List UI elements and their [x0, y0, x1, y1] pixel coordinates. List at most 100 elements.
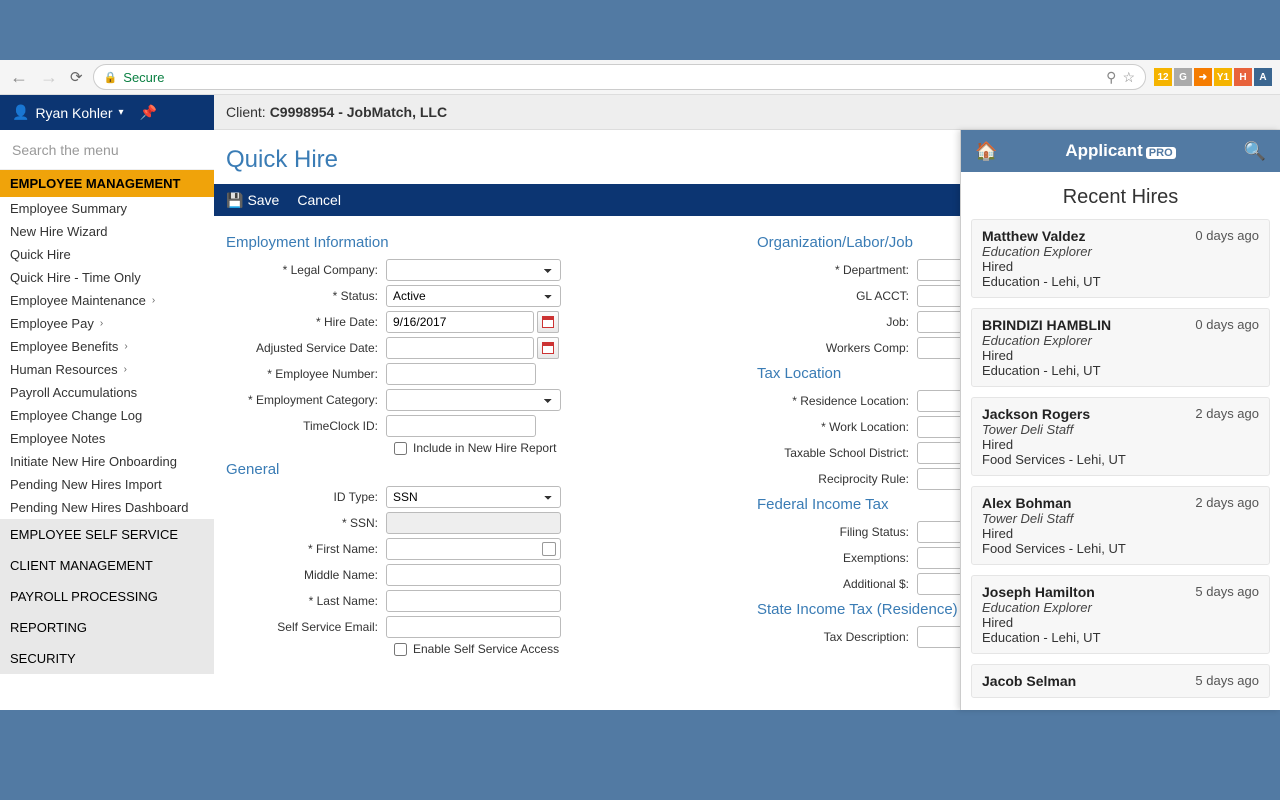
label-filing-status: Filing Status: [757, 525, 917, 539]
hire-job-title: Tower Deli Staff [982, 511, 1259, 526]
user-bar[interactable]: 👤 Ryan Kohler ▾ 📌 [0, 95, 214, 130]
employee-number-input[interactable] [386, 363, 536, 385]
sidebar-section[interactable]: EMPLOYEE SELF SERVICE [0, 519, 214, 550]
sidebar-item[interactable]: Employee Summary [0, 197, 214, 220]
sidebar-item[interactable]: Employee Pay› [0, 312, 214, 335]
extension-icon[interactable]: Y1 [1214, 68, 1232, 86]
sidebar-item[interactable]: Employee Maintenance› [0, 289, 214, 312]
hire-location: Food Services - Lehi, UT [982, 541, 1259, 556]
label-id-type: ID Type: [226, 490, 386, 504]
panel-header: 🏠 ApplicantPRO 🔍 [961, 130, 1280, 172]
search-icon[interactable]: 🔍 [1244, 141, 1266, 162]
label-emp-category: * Employment Category: [226, 393, 386, 407]
hire-status: Hired [982, 348, 1259, 363]
label-gl-acct: GL ACCT: [757, 289, 917, 303]
status-select[interactable]: Active [386, 285, 561, 307]
hire-card[interactable]: BRINDIZI HAMBLIN Education Explorer Hire… [971, 308, 1270, 387]
hire-date-input[interactable] [386, 311, 534, 333]
user-name: Ryan Kohler [35, 105, 112, 121]
hire-days-ago: 2 days ago [1195, 406, 1259, 421]
address-bar[interactable]: 🔒 Secure ⚲ ☆ [93, 64, 1146, 90]
label-first-name: * First Name: [226, 542, 386, 556]
hire-status: Hired [982, 526, 1259, 541]
pin-icon[interactable]: 📌 [140, 104, 157, 121]
cancel-button[interactable]: Cancel [297, 192, 341, 208]
reload-button[interactable]: ⟳ [68, 68, 85, 86]
sidebar-item[interactable]: Employee Change Log [0, 404, 214, 427]
sidebar-item[interactable]: Initiate New Hire Onboarding [0, 450, 214, 473]
calendar-icon[interactable] [537, 337, 559, 359]
hire-days-ago: 0 days ago [1195, 228, 1259, 243]
sidebar-item[interactable]: Human Resources› [0, 358, 214, 381]
hire-days-ago: 5 days ago [1195, 673, 1259, 688]
chevron-down-icon: ▾ [118, 107, 123, 118]
hire-card[interactable]: Alex Bohman Tower Deli Staff Hired Food … [971, 486, 1270, 565]
calendar-icon[interactable] [537, 311, 559, 333]
search-menu-input[interactable]: Search the menu [0, 130, 214, 170]
forward-button[interactable]: → [38, 67, 60, 88]
hire-card[interactable]: Jackson Rogers Tower Deli Staff Hired Fo… [971, 397, 1270, 476]
ssn-input[interactable] [386, 512, 561, 534]
sidebar-item[interactable]: Employee Benefits› [0, 335, 214, 358]
sidebar-item[interactable]: Quick Hire [0, 243, 214, 266]
legal-company-select[interactable] [386, 259, 561, 281]
sidebar-item[interactable]: Quick Hire - Time Only [0, 266, 214, 289]
sidebar-section-employee-management[interactable]: EMPLOYEE MANAGEMENT [0, 170, 214, 197]
chevron-right-icon: › [100, 318, 103, 329]
label-exemptions: Exemptions: [757, 551, 917, 565]
label-tax-desc: Tax Description: [757, 630, 917, 644]
extension-icon[interactable]: G [1174, 68, 1192, 86]
label-work-location: * Work Location: [757, 420, 917, 434]
hire-card[interactable]: Jacob Selman 5 days ago [971, 664, 1270, 698]
hire-list: Matthew Valdez Education Explorer Hired … [961, 219, 1280, 710]
timeclock-id-input[interactable] [386, 415, 536, 437]
save-button[interactable]: 💾 Save [226, 192, 279, 209]
label-ssn: * SSN: [226, 516, 386, 530]
client-label: Client: [226, 104, 266, 120]
extension-icon[interactable]: A [1254, 68, 1272, 86]
label-additional: Additional $: [757, 577, 917, 591]
extension-icon[interactable]: H [1234, 68, 1252, 86]
label-adj-service: Adjusted Service Date: [226, 341, 386, 355]
chevron-right-icon: › [124, 364, 127, 375]
hire-card[interactable]: Matthew Valdez Education Explorer Hired … [971, 219, 1270, 298]
hire-location: Education - Lehi, UT [982, 274, 1259, 289]
enable-self-service-checkbox[interactable] [394, 643, 407, 656]
lock-icon: 🔒 [104, 71, 118, 84]
extension-icon[interactable]: ➜ [1194, 68, 1212, 86]
back-button[interactable]: ← [8, 67, 30, 88]
star-icon[interactable]: ☆ [1122, 69, 1135, 86]
browser-toolbar: ← → ⟳ 🔒 Secure ⚲ ☆ 12G➜Y1HA [0, 60, 1280, 95]
sidebar-section[interactable]: REPORTING [0, 612, 214, 643]
label-status: * Status: [226, 289, 386, 303]
zoom-icon[interactable]: ⚲ [1106, 69, 1116, 86]
self-service-email-input[interactable] [386, 616, 561, 638]
label-hire-date: * Hire Date: [226, 315, 386, 329]
adj-service-date-input[interactable] [386, 337, 534, 359]
sidebar-section[interactable]: PAYROLL PROCESSING [0, 581, 214, 612]
sidebar-item[interactable]: New Hire Wizard [0, 220, 214, 243]
include-report-label: Include in New Hire Report [413, 441, 556, 455]
sidebar-item[interactable]: Employee Notes [0, 427, 214, 450]
sidebar-item[interactable]: Pending New Hires Dashboard [0, 496, 214, 519]
sidebar-section[interactable]: CLIENT MANAGEMENT [0, 550, 214, 581]
sidebar-item[interactable]: Pending New Hires Import [0, 473, 214, 496]
last-name-input[interactable] [386, 590, 561, 612]
section-employment-info: Employment Information [226, 234, 737, 251]
hire-job-title: Education Explorer [982, 600, 1259, 615]
id-type-select[interactable]: SSN [386, 486, 561, 508]
hire-days-ago: 0 days ago [1195, 317, 1259, 332]
include-report-checkbox[interactable] [394, 442, 407, 455]
middle-name-input[interactable] [386, 564, 561, 586]
sidebar-item[interactable]: Payroll Accumulations [0, 381, 214, 404]
hire-card[interactable]: Joseph Hamilton Education Explorer Hired… [971, 575, 1270, 654]
chevron-right-icon: › [152, 295, 155, 306]
extension-icon[interactable]: 12 [1154, 68, 1172, 86]
employment-category-select[interactable] [386, 389, 561, 411]
home-icon[interactable]: 🏠 [975, 141, 997, 162]
hire-job-title: Education Explorer [982, 244, 1259, 259]
label-last-name: * Last Name: [226, 594, 386, 608]
first-name-input[interactable] [386, 538, 561, 560]
sidebar-section[interactable]: SECURITY [0, 643, 214, 674]
hire-location: Education - Lehi, UT [982, 630, 1259, 645]
